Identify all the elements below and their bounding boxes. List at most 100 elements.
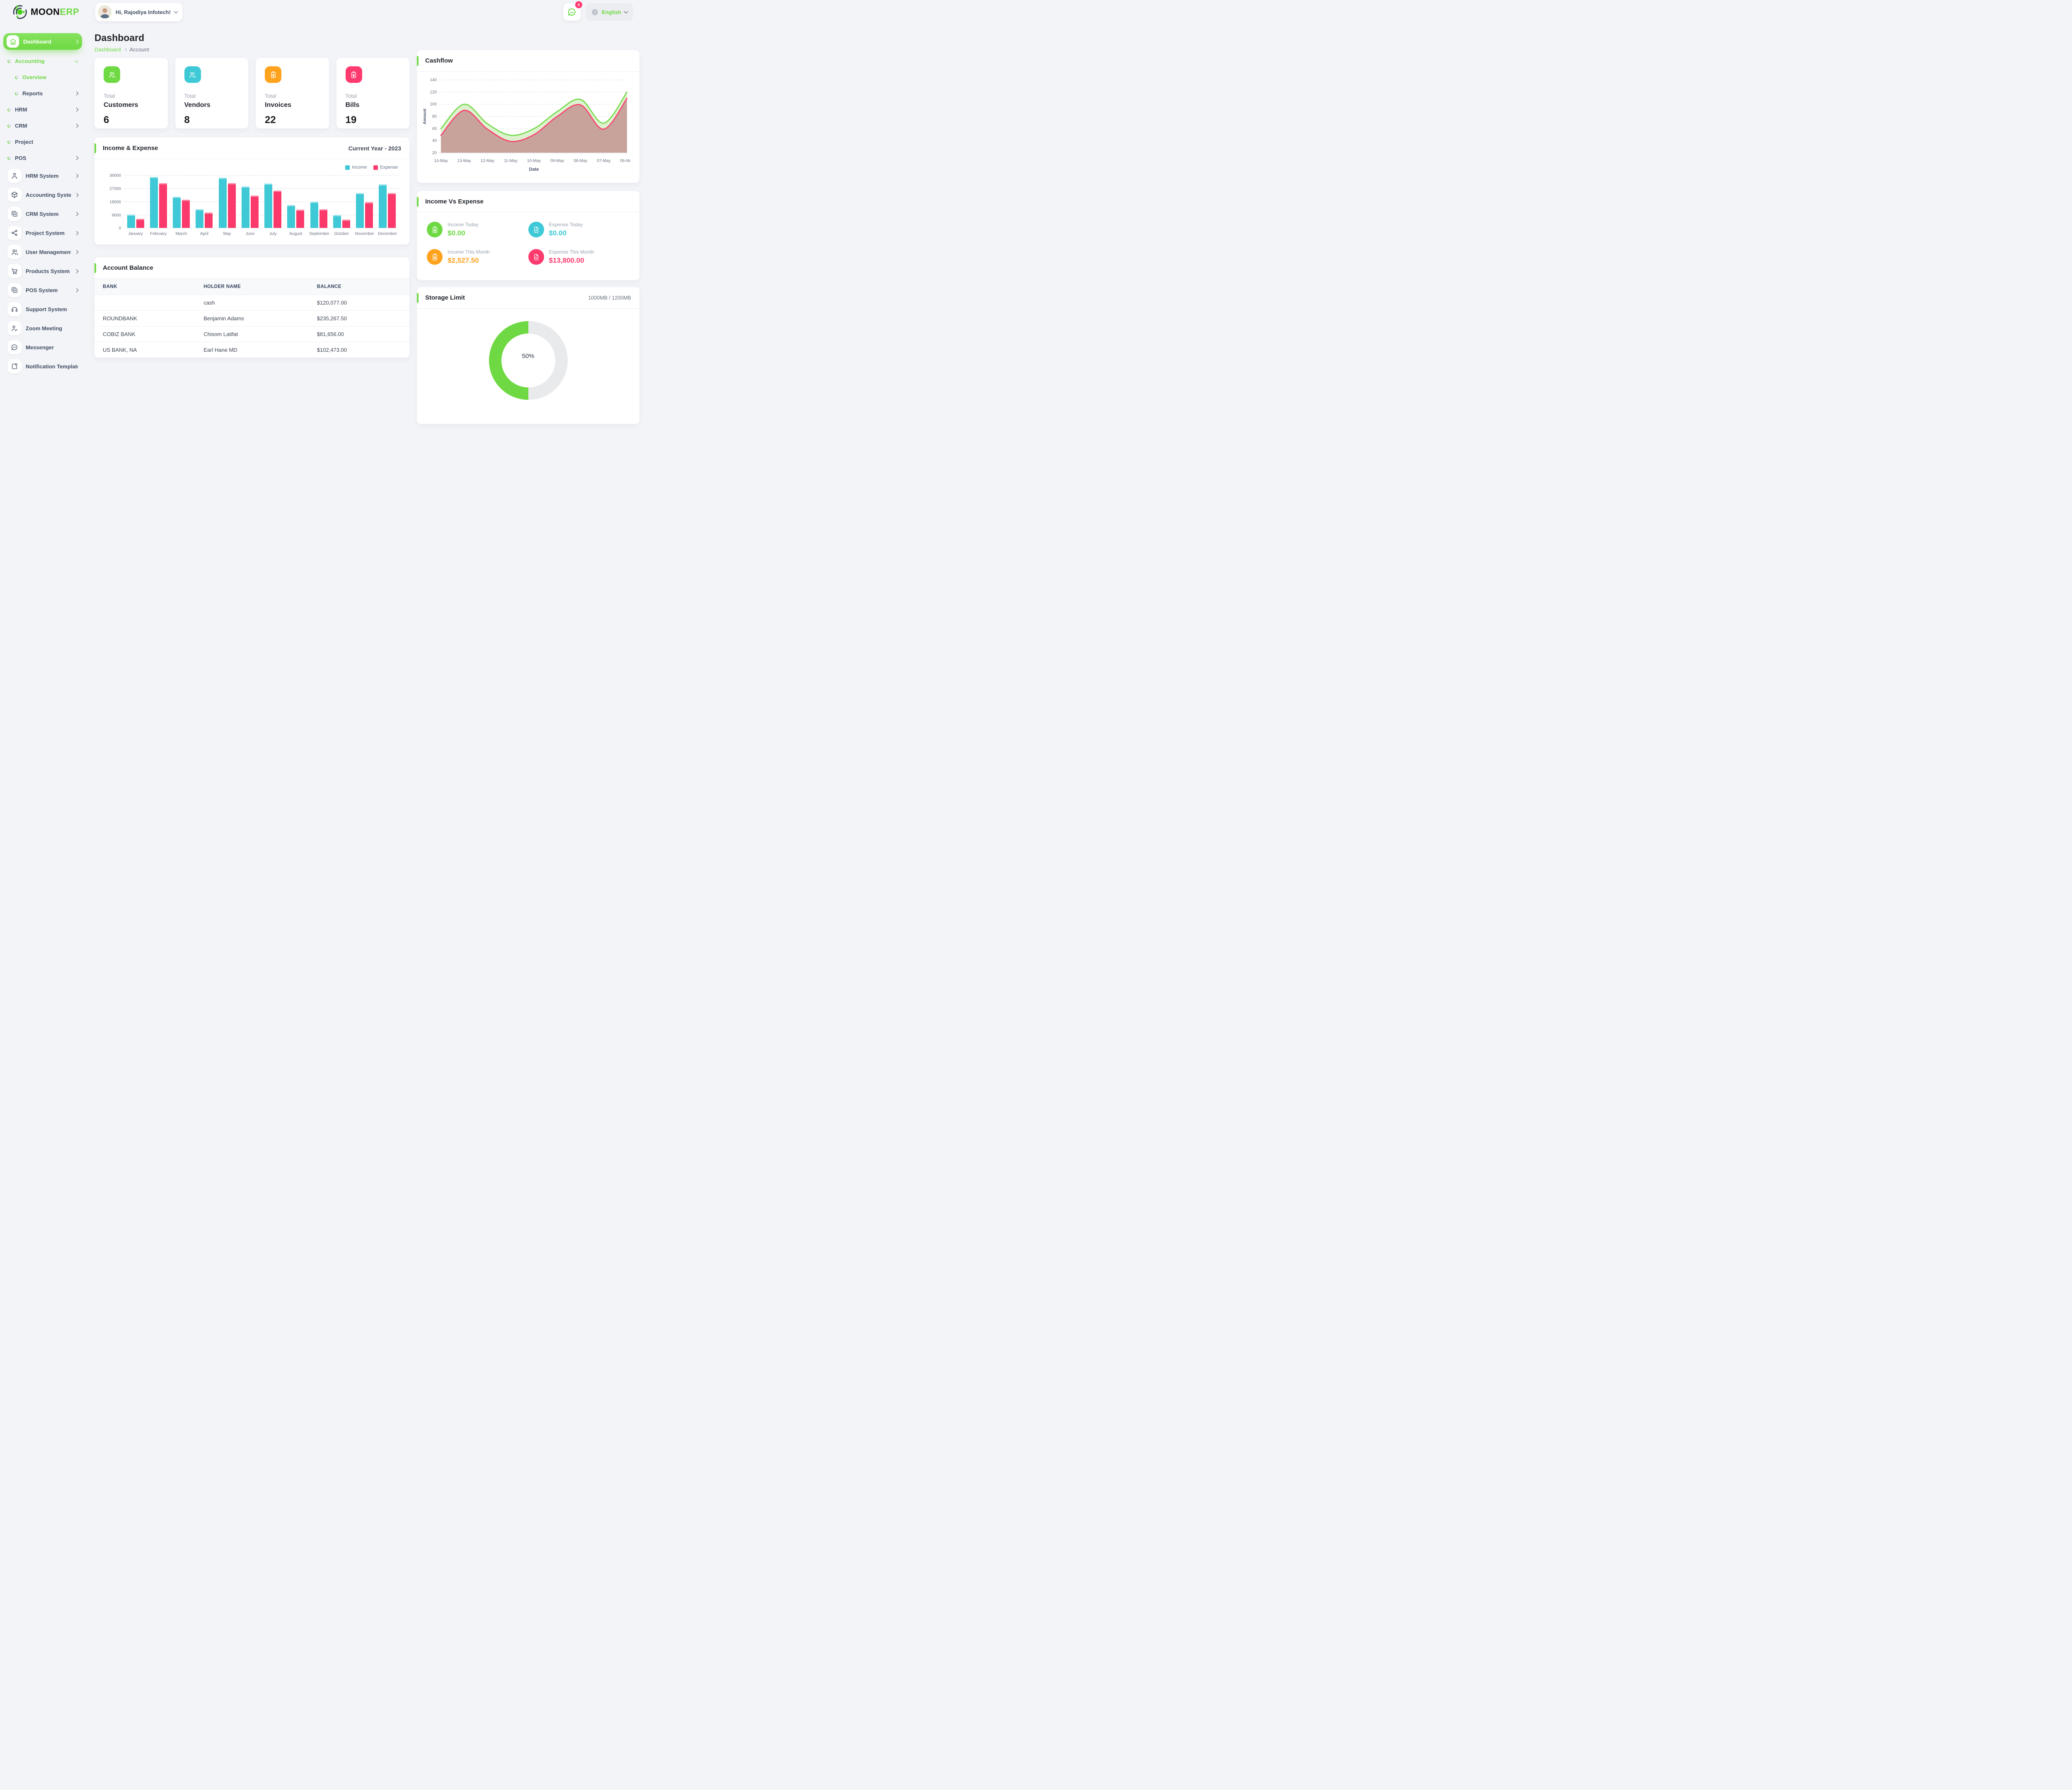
headset-icon [7, 302, 22, 316]
panel-cashflow: Cashflow 140 120 100 80 60 40 20 14-May 13-May 12… [417, 50, 639, 183]
sidebar-item-project-system[interactable]: Project System [3, 223, 82, 242]
y-axis-tick: 36000 [109, 173, 121, 178]
expense-bar [296, 209, 305, 228]
table-column-header: BALANCE [308, 279, 409, 295]
breadcrumb-dashboard-link[interactable]: Dashboard [94, 46, 121, 53]
panel-storage-limit: Storage Limit 1000MB / 1200MB 50% [417, 287, 639, 424]
sidebar-item-label: Accounting [15, 58, 45, 64]
ive-item-expense-today: Expense Today $0.00 [528, 222, 630, 237]
chat-bubble-icon [568, 8, 576, 16]
bar-group-december [378, 175, 397, 228]
table-cell: Benjamin Adams [195, 310, 309, 327]
sidebar-item-messenger[interactable]: Messenger [3, 338, 82, 357]
sidebar-item-label: Products System [26, 268, 70, 274]
expense-bar [205, 212, 213, 228]
sidebar-item-user-management[interactable]: User Management [3, 242, 82, 261]
globe-icon [592, 9, 598, 15]
sidebar-item-accounting-system[interactable]: Accounting System [3, 185, 82, 204]
table-cell: ROUNDBANK [94, 310, 196, 327]
table-cell: Earl Hane MD [195, 342, 309, 358]
sidebar-item-products-system[interactable]: Products System [3, 261, 82, 281]
income-vs-expense-grid: Income Today $0.00 Expense Today $0.00 I… [417, 213, 639, 274]
ive-label: Expense Today [549, 222, 583, 227]
stat-card-label: Customers [104, 102, 138, 109]
account-balance-table: BANK HOLDER NAME BALANCE cash $120,077.00 ROU… [94, 279, 409, 358]
ive-value: $0.00 [448, 229, 465, 237]
sidebar-item-label: Messenger [26, 344, 54, 351]
x-axis-label: February [150, 232, 167, 236]
sidebar-item-label: User Management [26, 249, 71, 255]
chevron-right-icon [74, 156, 79, 160]
sidebar-item-reports[interactable]: Reports [3, 85, 82, 102]
sidebar-item-crm-system[interactable]: CRM System [3, 204, 82, 223]
sidebar-item-zoom-meeting[interactable]: Zoom Meeting [3, 319, 82, 338]
income-bar [127, 215, 135, 228]
sidebar-item-support-system[interactable]: Support System [3, 300, 82, 319]
copy-plus-icon [7, 283, 22, 297]
sidebar-item-project[interactable]: Project [3, 134, 82, 150]
expense-bar [319, 209, 327, 228]
chevron-right-icon [74, 231, 79, 235]
y-axis-tick: 18000 [109, 200, 121, 205]
stat-card-value: 19 [345, 114, 357, 126]
bar-chart-x-labels: January February March April May June July Augu… [124, 232, 399, 236]
sidebar-item-crm[interactable]: CRM [3, 118, 82, 134]
bullet-icon [15, 91, 19, 96]
storage-limit-title: Storage Limit [425, 294, 465, 301]
expense-bar [365, 202, 373, 228]
sidebar-item-notification-template[interactable]: Notification Template [3, 357, 82, 376]
svg-text:07-May: 07-May [597, 159, 610, 163]
sidebar-item-hrm-system[interactable]: HRM System [3, 166, 82, 185]
chat-dots-icon [7, 340, 22, 354]
language-button[interactable]: English [586, 3, 633, 21]
greeting-text: Hi, Rajodiya Infotech! [116, 9, 171, 15]
page-title: Dashboard [94, 32, 145, 43]
income-bar [310, 202, 318, 228]
x-axis-label: December [378, 232, 397, 236]
ive-value: $0.00 [549, 229, 567, 237]
sidebar-item-hrm[interactable]: HRM [3, 102, 82, 118]
sidebar-item-overview[interactable]: Overview [3, 69, 82, 85]
legend-item-income[interactable]: Income [345, 165, 367, 170]
legend-swatch [345, 165, 350, 170]
table-cell: $120,077.00 [308, 295, 409, 311]
brand-text: MOONERP [31, 7, 80, 17]
notification-button[interactable]: 0 [563, 1, 583, 21]
chevron-right-icon [74, 123, 79, 128]
chevron-right-icon [74, 288, 79, 292]
svg-text:11-May: 11-May [504, 159, 518, 163]
breadcrumb: Dashboard Account [94, 46, 409, 53]
sidebar-item-dashboard[interactable]: Dashboard [3, 33, 82, 50]
income-expense-bar-chart: 36000 27000 18000 9000 0 [109, 174, 399, 231]
table-cell: cash [195, 295, 309, 311]
sidebar-item-label: Notification Template [26, 363, 78, 370]
bill-icon [528, 222, 544, 237]
stat-card-kicker: Total [345, 93, 357, 99]
svg-text:08-May: 08-May [574, 159, 587, 163]
y-axis-tick: 9000 [111, 213, 121, 218]
chart-legend: Income Expense [101, 165, 398, 170]
table-cell: $235,267.50 [308, 310, 409, 327]
sidebar-item-accounting[interactable]: Accounting [3, 53, 82, 69]
clipboard-dollar-icon [427, 249, 443, 265]
bar-group-march [172, 175, 191, 228]
chevron-down-icon [174, 9, 178, 14]
table-row: ROUNDBANK Benjamin Adams $235,267.50 [94, 310, 409, 327]
sidebar-item-label: Accounting System [26, 191, 71, 198]
table-row: COBIZ BANK Chisom Latifat $81,656.00 [94, 326, 409, 342]
ive-item-expense-this-month: Expense This Month $13,800.00 [528, 249, 630, 265]
user-icon [7, 169, 22, 183]
sidebar-item-pos-system[interactable]: POS System [3, 281, 82, 300]
bullet-icon [7, 123, 11, 128]
x-axis-label: June [245, 232, 255, 236]
legend-item-expense[interactable]: Expense [373, 165, 398, 170]
expense-bar [250, 195, 259, 228]
user-menu-button[interactable]: Hi, Rajodiya Infotech! [95, 3, 182, 21]
y-axis-tick: 0 [119, 226, 121, 231]
clipboard-dollar-icon [427, 222, 443, 237]
income-vs-expense-title: Income Vs Expense [425, 198, 484, 205]
sidebar-item-pos[interactable]: POS [3, 150, 82, 166]
users-icon [104, 66, 120, 83]
sidebar-item-label: POS [15, 155, 27, 161]
income-bar [241, 186, 249, 228]
